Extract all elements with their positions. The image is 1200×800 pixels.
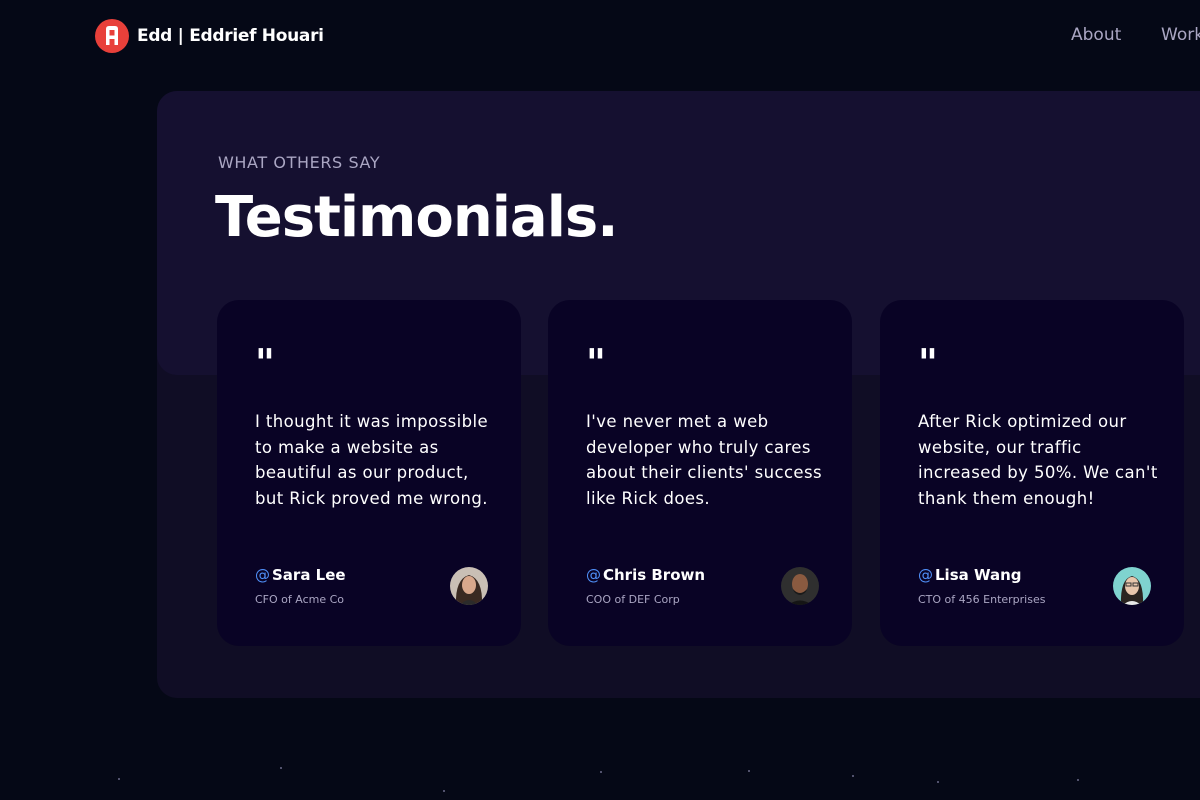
- testimonial-author: @ Chris Brown COO of DEF Corp: [586, 564, 819, 612]
- navbar: Edd | Eddrief Houari About Work: [0, 0, 1200, 72]
- author-title: COO of DEF Corp: [586, 593, 680, 606]
- star-dot: [852, 775, 854, 777]
- nav-link-work[interactable]: Work: [1161, 25, 1200, 45]
- author-title: CFO of Acme Co: [255, 593, 345, 606]
- star-dot: [600, 771, 602, 773]
- testimonial-author: @ Sara Lee CFO of Acme Co: [255, 564, 488, 612]
- brand-link[interactable]: Edd | Eddrief Houari: [95, 19, 324, 53]
- woman-avatar: [450, 567, 488, 605]
- at-symbol: @: [918, 566, 933, 584]
- section-title: Testimonials.: [215, 185, 619, 250]
- star-dot: [748, 770, 750, 772]
- brand-name: Edd | Eddrief Houari: [137, 26, 324, 46]
- at-symbol: @: [586, 566, 601, 584]
- quote-icon: ": [918, 340, 938, 385]
- star-dot: [443, 790, 445, 792]
- author-name-text: Chris Brown: [603, 566, 706, 584]
- logo-icon: [95, 19, 129, 53]
- star-dot: [937, 781, 939, 783]
- man-avatar: [781, 567, 819, 605]
- testimonial-card: " I've never met a web developer who tru…: [548, 300, 852, 646]
- author-name-text: Lisa Wang: [935, 566, 1022, 584]
- at-symbol: @: [255, 566, 270, 584]
- testimonial-text: After Rick optimized our website, our tr…: [918, 412, 1158, 509]
- star-dot: [280, 767, 282, 769]
- testimonial-card: " I thought it was impossible to make a …: [217, 300, 521, 646]
- quote-icon: ": [586, 340, 606, 385]
- star-dot: [1077, 779, 1079, 781]
- testimonial-text: I've never met a web developer who truly…: [586, 412, 822, 509]
- nav-link-about[interactable]: About: [1071, 25, 1121, 45]
- star-dot: [118, 778, 120, 780]
- author-title: CTO of 456 Enterprises: [918, 593, 1046, 606]
- author-name: @ Lisa Wang: [918, 566, 1022, 584]
- testimonial-card: " After Rick optimized our website, our …: [880, 300, 1184, 646]
- section-subtitle: WHAT OTHERS SAY: [218, 153, 381, 172]
- author-name-text: Sara Lee: [272, 566, 346, 584]
- testimonials-section: WHAT OTHERS SAY Testimonials. " I though…: [157, 91, 1200, 698]
- quote-icon: ": [255, 340, 275, 385]
- author-name: @ Chris Brown: [586, 566, 705, 584]
- author-name: @ Sara Lee: [255, 566, 346, 584]
- testimonial-author: @ Lisa Wang CTO of 456 Enterprises: [918, 564, 1151, 612]
- woman-avatar: [1113, 567, 1151, 605]
- testimonial-text: I thought it was impossible to make a we…: [255, 412, 488, 509]
